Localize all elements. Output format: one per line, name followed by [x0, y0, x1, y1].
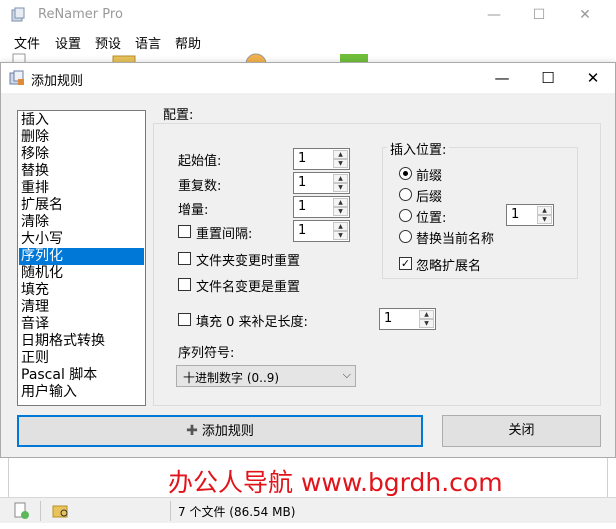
rule-item-strip[interactable]: 清除 — [19, 214, 144, 231]
menu-settings[interactable]: 设置 — [55, 33, 81, 52]
pad-label: 填充 0 来补足长度: — [196, 315, 308, 330]
rule-item-serialize[interactable]: 序列化 — [19, 248, 144, 265]
spin-down-icon[interactable]: ▼ — [333, 231, 348, 240]
plus-icon: ✚ — [186, 423, 198, 439]
start-spinner[interactable]: 1 ▲ ▼ — [293, 148, 350, 170]
rule-item-insert[interactable]: 插入 — [19, 112, 144, 129]
pad-value: 1 — [384, 311, 393, 326]
rule-item-case[interactable]: 大小写 — [19, 231, 144, 248]
reset-every-spinner[interactable]: 1 ▲ ▼ — [293, 220, 350, 242]
position-radio[interactable] — [399, 209, 412, 222]
spin-down-icon[interactable]: ▼ — [537, 215, 552, 224]
renamer-app-icon — [11, 7, 25, 22]
insert-position-title: 插入位置: — [387, 139, 450, 158]
spin-down-icon[interactable]: ▼ — [419, 319, 434, 328]
close-label: 关闭 — [508, 423, 535, 438]
pad-checkbox[interactable] — [178, 313, 191, 326]
rule-item-padding[interactable]: 填充 — [19, 282, 144, 299]
dialog-title: 添加规则 — [31, 74, 84, 89]
config-label: 配置: — [163, 108, 194, 123]
dialog-close-button[interactable]: ✕ — [570, 63, 616, 93]
rule-item-randomize[interactable]: 随机化 — [19, 265, 144, 282]
position-label: 位置: — [416, 211, 447, 226]
close-button[interactable]: 关闭 — [442, 415, 601, 447]
replace-radio[interactable] — [399, 230, 412, 243]
reset-folder-checkbox[interactable] — [178, 252, 191, 265]
rule-item-delete[interactable]: 删除 — [19, 129, 144, 146]
add-rule-label: 添加规则 — [201, 424, 254, 439]
add-rule-dialog: 添加规则 — ☐ ✕ 插入 删除 移除 替换 重排 扩展名 清除 大小写 序列化… — [0, 62, 616, 458]
dialog-minimize-button[interactable]: — — [479, 63, 525, 93]
spin-up-icon[interactable]: ▲ — [333, 222, 348, 231]
spin-down-icon[interactable]: ▼ — [333, 159, 348, 168]
status-bar: 7 个文件 (86.54 MB) — [0, 497, 616, 523]
add-file-status-icon[interactable] — [12, 502, 30, 520]
main-title-bar: ReNamer Pro — ☐ ✕ — [0, 0, 616, 30]
spin-up-icon[interactable]: ▲ — [333, 174, 348, 183]
main-maximize-button[interactable]: ☐ — [524, 4, 554, 26]
position-spinner[interactable]: 1 ▲ ▼ — [506, 204, 554, 226]
numeral-select-value: 十进制数字 (0..9) — [183, 371, 280, 385]
repeat-value: 1 — [298, 175, 307, 190]
watermark-text: 办公人导航 www.bgrdh.com — [168, 468, 503, 497]
spin-up-icon[interactable]: ▲ — [419, 310, 434, 319]
rule-item-replace[interactable]: 替换 — [19, 163, 144, 180]
status-file-count: 7 个文件 (86.54 MB) — [178, 505, 296, 519]
spin-down-icon[interactable]: ▼ — [333, 183, 348, 192]
repeat-label: 重复数: — [178, 179, 222, 194]
menu-language[interactable]: 语言 — [135, 33, 161, 52]
numeral-label: 序列符号: — [178, 346, 235, 361]
spin-up-icon[interactable]: ▲ — [333, 150, 348, 159]
rule-dialog-icon — [9, 70, 24, 85]
ignore-ext-label: 忽略扩展名 — [416, 259, 482, 274]
main-minimize-button[interactable]: — — [479, 4, 509, 26]
add-rule-button[interactable]: ✚ 添加规则 — [17, 415, 423, 447]
position-value: 1 — [511, 207, 520, 222]
rule-item-extension[interactable]: 扩展名 — [19, 197, 144, 214]
rule-item-translit[interactable]: 音译 — [19, 316, 144, 333]
pad-spinner[interactable]: 1 ▲ ▼ — [379, 308, 436, 330]
spin-up-icon[interactable]: ▲ — [333, 198, 348, 207]
step-value: 1 — [298, 199, 307, 214]
menu-file[interactable]: 文件 — [14, 33, 40, 52]
rule-item-clean[interactable]: 清理 — [19, 299, 144, 316]
replace-label: 替换当前名称 — [416, 232, 495, 247]
reset-every-value: 1 — [298, 223, 307, 238]
start-value: 1 — [298, 151, 307, 166]
reset-folder-label: 文件夹变更时重置 — [196, 254, 301, 269]
rule-item-remove[interactable]: 移除 — [19, 146, 144, 163]
repeat-spinner[interactable]: 1 ▲ ▼ — [293, 172, 350, 194]
suffix-radio[interactable] — [399, 188, 412, 201]
chevron-down-icon: ⌵ — [342, 368, 351, 381]
main-window-title: ReNamer Pro — [38, 7, 123, 22]
dialog-title-bar: 添加规则 — ☐ ✕ — [1, 63, 615, 93]
spin-down-icon[interactable]: ▼ — [333, 207, 348, 216]
dialog-maximize-button[interactable]: ☐ — [525, 63, 571, 93]
rule-item-pascal-script[interactable]: Pascal 脚本 — [19, 367, 144, 384]
rule-list[interactable]: 插入 删除 移除 替换 重排 扩展名 清除 大小写 序列化 随机化 填充 清理 … — [17, 110, 146, 406]
folder-search-icon[interactable] — [52, 502, 70, 520]
ignore-ext-checkbox[interactable]: ✓ — [399, 257, 412, 270]
reset-name-label: 文件名变更是重置 — [196, 280, 301, 295]
reset-every-checkbox[interactable] — [178, 225, 191, 238]
suffix-label: 后缀 — [416, 190, 443, 205]
prefix-label: 前缀 — [416, 169, 443, 184]
rule-item-reformat-date[interactable]: 日期格式转换 — [19, 333, 144, 350]
step-label: 增量: — [178, 203, 209, 218]
reset-name-checkbox[interactable] — [178, 278, 191, 291]
main-menu-bar: 文件 设置 预设 语言 帮助 — [0, 30, 616, 52]
numeral-select[interactable]: 十进制数字 (0..9) ⌵ — [176, 365, 356, 387]
rule-item-rearrange[interactable]: 重排 — [19, 180, 144, 197]
prefix-radio[interactable] — [399, 167, 412, 180]
rule-item-regex[interactable]: 正则 — [19, 350, 144, 367]
step-spinner[interactable]: 1 ▲ ▼ — [293, 196, 350, 218]
main-close-button[interactable]: ✕ — [570, 4, 600, 26]
rule-item-user-input[interactable]: 用户输入 — [19, 384, 144, 401]
start-label: 起始值: — [178, 154, 222, 169]
menu-presets[interactable]: 预设 — [95, 33, 121, 52]
menu-help[interactable]: 帮助 — [175, 33, 201, 52]
spin-up-icon[interactable]: ▲ — [537, 206, 552, 215]
reset-every-label: 重置间隔: — [196, 227, 253, 242]
